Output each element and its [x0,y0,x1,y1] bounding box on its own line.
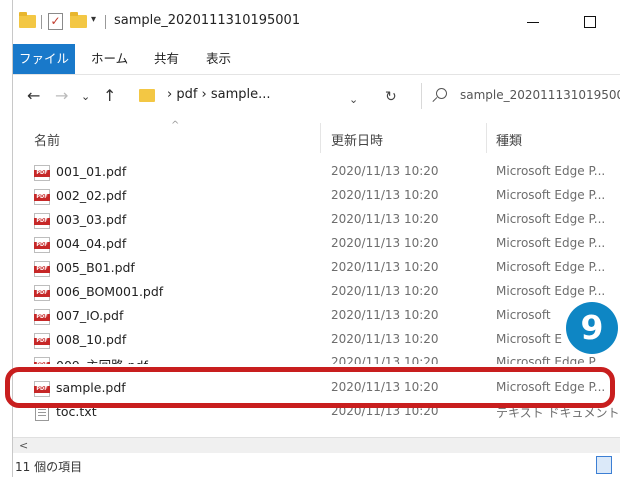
file-name[interactable]: 001_01.pdf [56,164,126,179]
file-date: 2020/11/13 10:20 [331,332,439,346]
file-date: 2020/11/13 10:20 [331,188,439,202]
window-title: sample_2020111310195001 [114,13,301,28]
file-name[interactable]: 003_03.pdf [56,212,126,227]
back-button[interactable]: ← [27,86,40,105]
ribbon: ファイル ホーム 共有 表示 [13,44,620,75]
properties-icon[interactable]: ✓ [48,13,63,30]
file-type: Microsoft [496,308,551,322]
file-date: 2020/11/13 10:20 [331,164,439,178]
tab-home[interactable]: ホーム [91,44,128,74]
recent-locations-button[interactable]: ⌄ [81,90,90,103]
file-type: Microsoft Edge P... [496,284,606,298]
sort-ascending-icon: ^ [171,120,180,131]
file-date: 2020/11/13 10:20 [331,355,439,364]
title-bar: ✓ ▾ sample_2020111310195001 [13,0,620,44]
tab-share[interactable]: 共有 [154,44,179,74]
pdf-file-icon [34,333,50,349]
quick-access-dropdown-icon[interactable]: ▾ [91,14,96,25]
status-bar: 11 個の項目 [13,453,620,477]
highlight-box [5,367,615,408]
file-date: 2020/11/13 10:20 [331,212,439,226]
column-header-type[interactable]: 種類 [496,130,522,149]
file-row[interactable]: 006_BOM001.pdf 2020/11/13 10:20 Microsof… [13,280,620,304]
file-name[interactable]: 006_BOM001.pdf [56,284,163,299]
column-headers: ^ 名前 更新日時 種類 [13,117,620,157]
file-name[interactable]: 004_04.pdf [56,236,126,251]
file-type: Microsoft Edge P... [496,236,606,250]
horizontal-scrollbar[interactable]: < [13,437,620,453]
item-count: 11 個の項目 [15,460,83,474]
scroll-left-icon[interactable]: < [19,439,28,452]
divider [105,15,106,29]
file-type: Microsoft Edge P... [496,164,606,178]
breadcrumb[interactable]: › pdf › sample... [167,87,271,102]
pdf-file-icon [34,237,50,253]
file-row[interactable]: 007_IO.pdf 2020/11/13 10:20 Microsoft [13,304,620,328]
file-name[interactable]: 002_02.pdf [56,188,126,203]
address-field[interactable]: › pdf › sample... [133,83,403,109]
file-date: 2020/11/13 10:20 [331,236,439,250]
file-name[interactable]: 009_主回路.pdf [56,355,148,364]
divider[interactable] [320,123,321,153]
search-icon [436,88,447,99]
column-header-name[interactable]: 名前 [34,130,60,149]
address-bar-row: ← → ⌄ ↑ › pdf › sample... ⌄ ↻ sample_202… [13,75,620,117]
pdf-file-icon [34,189,50,205]
file-type: Microsoft Edge P... [496,188,606,202]
folder-icon [19,12,36,28]
file-name[interactable]: 007_IO.pdf [56,308,123,323]
search-input[interactable]: sample_2020111310195001 [460,88,620,102]
file-row[interactable]: 008_10.pdf 2020/11/13 10:20 Microsoft E [13,328,620,352]
address-dropdown-icon[interactable]: ⌄ [349,93,358,106]
folder-icon [139,89,155,102]
up-button[interactable]: ↑ [103,86,116,105]
file-date: 2020/11/13 10:20 [331,284,439,298]
file-row[interactable]: 005_B01.pdf 2020/11/13 10:20 Microsoft E… [13,256,620,280]
file-type: Microsoft Edge P... [496,260,606,274]
pdf-file-icon [34,357,50,364]
tab-file[interactable]: ファイル [13,44,75,74]
minimize-button[interactable] [527,22,539,23]
file-row[interactable]: 003_03.pdf 2020/11/13 10:20 Microsoft Ed… [13,208,620,232]
details-view-button[interactable] [596,456,612,474]
maximize-button[interactable] [584,16,596,28]
pdf-file-icon [34,213,50,229]
forward-button[interactable]: → [55,86,68,105]
search-box[interactable]: sample_2020111310195001 [421,83,620,109]
divider [41,15,42,29]
refresh-button[interactable]: ↻ [385,89,397,105]
file-row[interactable]: 004_04.pdf 2020/11/13 10:20 Microsoft Ed… [13,232,620,256]
file-date: 2020/11/13 10:20 [331,308,439,322]
file-row[interactable]: 001_01.pdf 2020/11/13 10:20 Microsoft Ed… [13,160,620,184]
file-name[interactable]: 008_10.pdf [56,332,126,347]
file-row[interactable]: 002_02.pdf 2020/11/13 10:20 Microsoft Ed… [13,184,620,208]
file-type: Microsoft E [496,332,563,346]
column-header-modified[interactable]: 更新日時 [331,130,383,149]
tab-view[interactable]: 表示 [206,44,231,74]
pdf-file-icon [34,261,50,277]
file-date: 2020/11/13 10:20 [331,260,439,274]
file-row[interactable]: 009_主回路.pdf 2020/11/13 10:20 Microsoft E… [13,352,620,364]
new-folder-icon[interactable] [70,12,87,28]
file-name[interactable]: 005_B01.pdf [56,260,135,275]
pdf-file-icon [34,285,50,301]
step-badge: 9 [566,302,618,354]
file-type: Microsoft Edge P... [496,212,606,226]
file-type: Microsoft Edge P... [496,355,606,364]
pdf-file-icon [34,165,50,181]
pdf-file-icon [34,309,50,325]
divider[interactable] [486,123,487,153]
